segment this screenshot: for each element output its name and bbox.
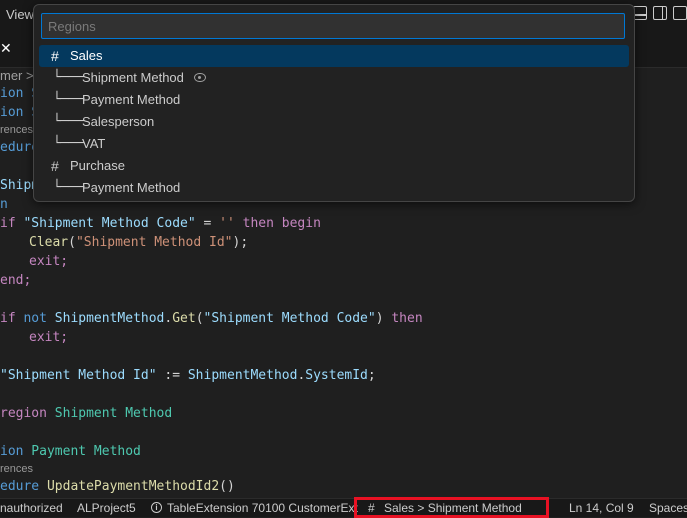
tree-branch: └─── [53, 70, 85, 85]
region-item-label: Payment Method [82, 180, 181, 195]
region-item-label: Sales [70, 48, 103, 63]
tree-branch: └─── [53, 114, 85, 129]
code-token: then [391, 311, 423, 326]
code-line: Clear("Shipment Method Id"); [29, 235, 249, 250]
code-line: end; [0, 271, 31, 290]
code-token: SystemId [305, 368, 368, 383]
region-item-label: Purchase [70, 158, 125, 173]
status-bar: nauthorized ALProject5 i TableExtension … [0, 498, 687, 517]
code-token: ShipmentMethod [54, 311, 165, 326]
toggle-panel-icon[interactable] [633, 6, 647, 20]
code-token: if [0, 216, 16, 231]
info-icon: i [151, 502, 162, 513]
code-line: exit; [29, 252, 68, 271]
region-hash-icon: # [51, 48, 59, 64]
status-project[interactable]: ALProject5 [77, 501, 136, 515]
status-indentation[interactable]: Spaces: [649, 501, 687, 515]
region-item-purchase[interactable]: # Purchase [39, 155, 629, 177]
toggle-secondary-sidebar-icon[interactable] [653, 6, 667, 20]
region-item-label: Payment Method [82, 92, 181, 107]
code-line: region Shipment Method [0, 404, 172, 423]
code-token: then begin [234, 216, 321, 231]
regions-quick-pick: # Sales └─── Shipment Method └─── Paymen… [33, 4, 635, 202]
code-line: ion Payment Method [0, 442, 141, 461]
code-token: region [0, 406, 47, 421]
code-token: '' [219, 216, 235, 231]
code-token: if [0, 311, 16, 326]
code-token: "Shipment Method Code" [203, 311, 376, 326]
code-token: := [156, 368, 188, 383]
region-item-shipment-method[interactable]: └─── Shipment Method [39, 67, 629, 89]
status-auth[interactable]: nauthorized [0, 501, 63, 515]
code-token: = [195, 216, 220, 231]
codelens-references[interactable]: rences [0, 124, 33, 136]
code-token: exit; [29, 254, 69, 269]
code-line: n [0, 195, 8, 214]
code-line: if not ShipmentMethod.Get("Shipment Meth… [0, 311, 423, 326]
tree-branch: └─── [53, 180, 85, 195]
tree-branch: └─── [53, 136, 85, 151]
code-line: edure UpdatePaymentMethodId2() [0, 477, 235, 496]
code-token: n [0, 197, 8, 212]
region-item-label: VAT [82, 136, 106, 151]
code-token: "Shipment Method Id" [0, 368, 157, 383]
code-token: end; [0, 273, 32, 288]
code-token: Payment Method [23, 444, 141, 459]
code-line: "Shipment Method Id" := ShipmentMethod.S… [0, 368, 376, 383]
region-item-payment-method-2[interactable]: └─── Payment Method [39, 177, 629, 199]
code-token: Get [172, 311, 196, 326]
code-line: exit; [29, 328, 68, 347]
tree-branch: └─── [53, 92, 85, 107]
code-token: Shipment Method [46, 406, 173, 421]
code-token: ShipmentMethod [187, 368, 298, 383]
code-token: not [15, 311, 55, 326]
code-token: edure [0, 479, 40, 494]
region-hash-icon: # [51, 158, 59, 174]
customize-layout-icon[interactable] [673, 6, 687, 20]
code-token: ion [0, 444, 24, 459]
tab-close-icon[interactable]: ✕ [0, 40, 12, 60]
highlight-annotation [354, 497, 549, 518]
regions-search-input[interactable] [41, 13, 625, 39]
code-token: "Shipment Method Id" [75, 235, 233, 250]
status-cursor-position[interactable]: Ln 14, Col 9 [569, 501, 634, 515]
region-item-sales[interactable]: # Sales [39, 45, 629, 67]
code-token: ); [232, 235, 249, 250]
codelens-references[interactable]: rences [0, 463, 33, 475]
menu-view[interactable]: View [6, 7, 34, 22]
region-item-payment-method[interactable]: └─── Payment Method [39, 89, 629, 111]
code-token: exit; [29, 330, 69, 345]
eye-icon[interactable] [194, 73, 206, 82]
code-token: UpdatePaymentMethodId2 [39, 479, 220, 494]
region-item-label: Salesperson [82, 114, 155, 129]
region-item-label: Shipment Method [82, 70, 184, 85]
region-item-vat[interactable]: └─── VAT [39, 133, 629, 155]
region-item-salesperson[interactable]: └─── Salesperson [39, 111, 629, 133]
status-object[interactable]: TableExtension 70100 CustomerExt [167, 501, 358, 515]
code-token: () [219, 479, 235, 494]
